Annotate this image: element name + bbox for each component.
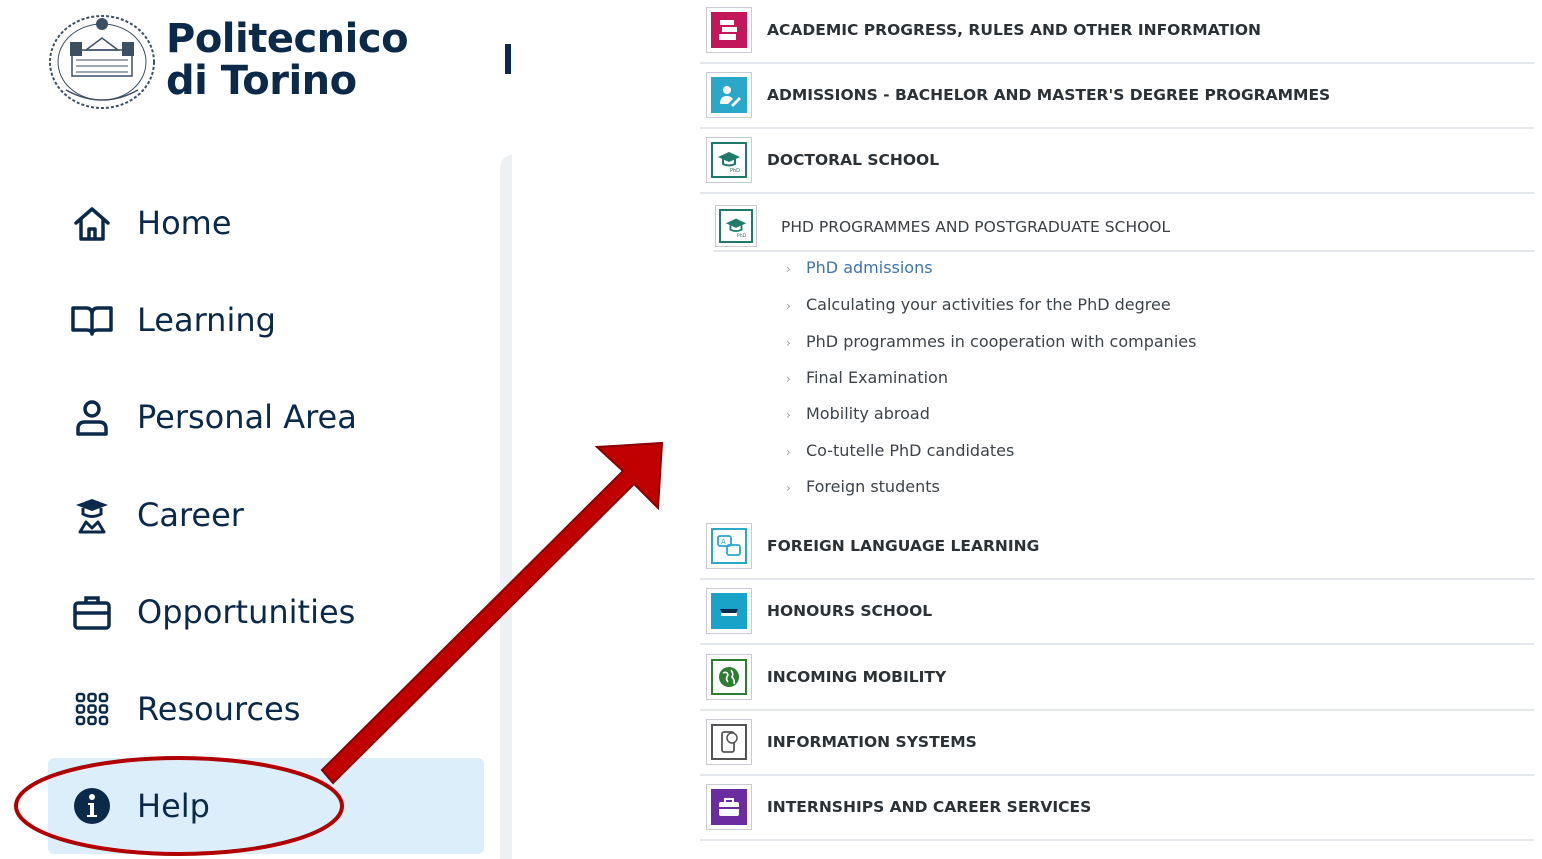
section-label: INFORMATION SYSTEMS — [767, 733, 977, 751]
nav-item-help[interactable]: Help — [48, 758, 484, 854]
section-label: ACADEMIC PROGRESS, RULES AND OTHER INFOR… — [767, 21, 1261, 39]
briefcase-icon — [70, 590, 114, 634]
globe-icon — [706, 654, 752, 700]
nav-label: Learning — [137, 301, 276, 339]
brand-name: Politecnico di Torino — [166, 16, 409, 104]
link-calculating-activities[interactable]: › Calculating your activities for the PhD… — [786, 295, 1386, 331]
link-phd-cooperation[interactable]: › PhD programmes in cooperation with comp… — [786, 332, 1386, 368]
nav-label: Opportunities — [137, 593, 356, 631]
language-icon: A — [706, 523, 752, 569]
chevron-right-icon: › — [786, 408, 791, 422]
books-icon — [706, 7, 752, 53]
chevron-right-icon: › — [786, 336, 791, 350]
link-phd-admissions[interactable]: › PhD admissions — [786, 258, 1386, 294]
home-icon — [70, 201, 114, 245]
university-seal-icon — [49, 15, 155, 109]
subsection-label: PHD PROGRAMMES AND POSTGRADUATE SCHOOL — [781, 218, 1171, 236]
link-mobility-abroad[interactable]: › Mobility abroad — [786, 404, 1386, 440]
nav-label: Career — [137, 496, 244, 534]
info-systems-icon — [706, 719, 752, 765]
phd-cap-icon: PhD — [715, 205, 757, 247]
admissions-icon — [706, 72, 752, 118]
nav-item-personal-area[interactable]: Personal Area — [48, 369, 484, 465]
link-foreign-students[interactable]: › Foreign students — [786, 477, 1386, 513]
section-doctoral-school[interactable]: PhD DOCTORAL SCHOOL — [700, 128, 1534, 194]
section-academic-progress[interactable]: ACADEMIC PROGRESS, RULES AND OTHER INFOR… — [700, 0, 1534, 64]
section-incoming-mobility[interactable]: INCOMING MOBILITY — [700, 645, 1534, 711]
nav-item-career[interactable]: Career — [48, 467, 484, 563]
section-label: HONOURS SCHOOL — [767, 602, 933, 620]
university-logo[interactable]: Politecnico di Torino — [46, 8, 409, 112]
nav-label: Home — [137, 204, 232, 242]
book-icon — [70, 298, 114, 342]
nav-item-learning[interactable]: Learning — [48, 272, 484, 368]
link-final-examination[interactable]: › Final Examination — [786, 368, 1386, 404]
section-label: INTERNSHIPS AND CAREER SERVICES — [767, 798, 1092, 816]
chevron-right-icon: › — [786, 445, 791, 459]
grid-icon — [70, 687, 114, 731]
section-information-systems[interactable]: INFORMATION SYSTEMS — [700, 710, 1534, 776]
chevron-right-icon: › — [786, 262, 791, 276]
section-foreign-language[interactable]: A FOREIGN LANGUAGE LEARNING — [700, 514, 1534, 580]
brand-line-1: Politecnico — [166, 16, 409, 62]
graduate-icon — [70, 493, 114, 537]
section-admissions[interactable]: ADMISSIONS - BACHELOR AND MASTER'S DEGRE… — [700, 63, 1534, 129]
nav-item-opportunities[interactable]: Opportunities — [48, 564, 484, 660]
section-honours-school[interactable]: HONOURS SCHOOL — [700, 579, 1534, 645]
section-label: ADMISSIONS - BACHELOR AND MASTER'S DEGRE… — [767, 86, 1331, 104]
nav-label: Personal Area — [137, 398, 357, 436]
nav-item-resources[interactable]: Resources — [48, 661, 484, 757]
svg-text:PhD: PhD — [737, 233, 747, 238]
section-internships-career[interactable]: INTERNSHIPS AND CAREER SERVICES — [700, 775, 1534, 841]
section-label: INCOMING MOBILITY — [767, 668, 947, 686]
brand-line-2: di Torino — [166, 58, 357, 104]
phd-cap-icon: PhD — [706, 137, 752, 183]
honours-icon — [706, 588, 752, 634]
svg-text:PhD: PhD — [730, 168, 740, 173]
info-icon — [70, 784, 114, 828]
sidebar: Politecnico di Torino Home Learning Pers… — [0, 0, 512, 859]
chevron-right-icon: › — [786, 481, 791, 495]
svg-text:A: A — [721, 538, 726, 546]
panel-edge — [500, 155, 512, 859]
chevron-right-icon: › — [786, 299, 791, 313]
nav-label: Resources — [137, 690, 301, 728]
link-co-tutelle[interactable]: › Co-tutelle PhD candidates — [786, 441, 1386, 477]
chevron-right-icon: › — [786, 372, 791, 386]
suitcase-icon — [706, 784, 752, 830]
nav-item-home[interactable]: Home — [48, 175, 484, 271]
subsection-phd-programmes[interactable]: PhD PHD PROGRAMMES AND POSTGRADUATE SCHO… — [714, 196, 1534, 252]
nav-label: Help — [137, 787, 210, 825]
section-label: FOREIGN LANGUAGE LEARNING — [767, 537, 1040, 555]
section-label: DOCTORAL SCHOOL — [767, 151, 940, 169]
help-content: ACADEMIC PROGRESS, RULES AND OTHER INFOR… — [700, 0, 1534, 859]
header-divider — [505, 44, 511, 74]
person-icon — [70, 395, 114, 439]
